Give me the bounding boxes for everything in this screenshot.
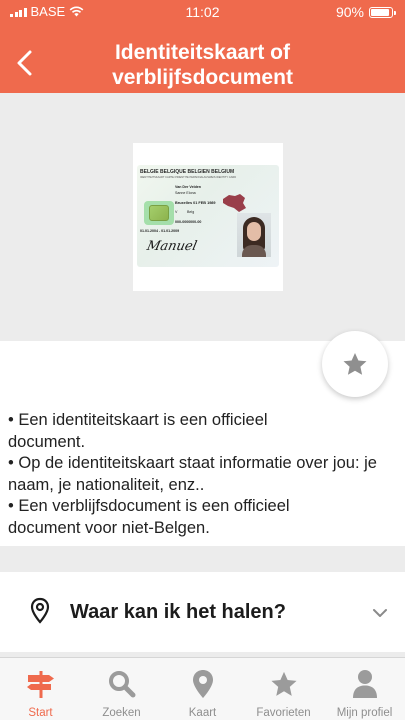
person-icon xyxy=(351,668,379,700)
tab-favorieten[interactable]: Favorieten xyxy=(243,658,324,720)
info-bullet: • Op de identiteitskaart staat informati… xyxy=(8,454,377,494)
card-signature: Manuel xyxy=(145,239,199,254)
tab-start[interactable]: Start xyxy=(0,658,81,720)
tab-label: Mijn profiel xyxy=(336,707,393,719)
info-text: • Een identiteitskaart is een officieel … xyxy=(8,410,388,539)
favorite-button[interactable] xyxy=(322,331,388,397)
where-label: Waar kan ik het halen? xyxy=(70,601,286,623)
back-button[interactable] xyxy=(14,48,38,78)
location-pin-icon xyxy=(30,597,50,624)
battery-percent: 90% xyxy=(335,4,364,20)
tab-label: Kaart xyxy=(188,707,217,719)
tab-mijn-profiel[interactable]: Mijn profiel xyxy=(324,658,405,720)
card-header-line: BELGIË BELGIQUE BELGIEN BELGIUM xyxy=(140,169,235,175)
status-bar: BASE 11:02 90% xyxy=(0,0,405,22)
card-given-name: Sanne Elona xyxy=(175,191,196,195)
chip-glow xyxy=(144,201,174,225)
map-pin-icon xyxy=(191,668,215,700)
card-number: 000-0000000-00 xyxy=(175,220,202,224)
tab-bar: Start Zoeken Kaart Favorieten Mijn profi… xyxy=(0,657,405,720)
belgium-map-icon xyxy=(223,194,246,212)
search-icon xyxy=(107,668,137,700)
tab-label: Favorieten xyxy=(256,707,311,719)
portrait-photo xyxy=(237,213,271,257)
battery-icon xyxy=(369,6,396,18)
tab-label: Start xyxy=(28,707,53,719)
id-card: BELGIË BELGIQUE BELGIEN BELGIUM IDENTITE… xyxy=(137,165,279,267)
battery-group: 90% xyxy=(335,4,396,20)
page-title: Identiteitskaart of verblijfsdocument xyxy=(112,41,293,89)
card-valid: 01.01.2004 - 01.01.2009 xyxy=(140,229,180,233)
card-nationality: Belg xyxy=(187,210,195,214)
tab-kaart[interactable]: Kaart xyxy=(162,658,243,720)
chevron-left-icon xyxy=(17,50,32,76)
card-name: Van Der Velden xyxy=(175,185,201,189)
star-icon xyxy=(343,352,367,375)
star-icon xyxy=(269,668,299,700)
tab-label: Zoeken xyxy=(102,707,141,719)
info-bullet: • Een identiteitskaart is een officieel … xyxy=(8,411,268,451)
card-birth: Bruxelles 01 FEB 1989 xyxy=(175,201,216,205)
card-subheader: IDENTITEITSKAART CARTE D'IDENTITÉ PERSON… xyxy=(140,176,237,179)
where-to-get-row[interactable]: Waar kan ik het halen? xyxy=(0,572,405,652)
tab-zoeken[interactable]: Zoeken xyxy=(81,658,162,720)
signpost-icon xyxy=(25,668,57,700)
info-bullet: • Een verblijfsdocument is een officieel… xyxy=(8,497,290,537)
chevron-down-icon xyxy=(373,609,387,617)
id-card-image: BELGIË BELGIQUE BELGIEN BELGIUM IDENTITE… xyxy=(133,143,283,291)
card-sex: V xyxy=(175,210,178,214)
app-header: BASE 11:02 90% Identiteitskaart of verbl… xyxy=(0,0,405,93)
